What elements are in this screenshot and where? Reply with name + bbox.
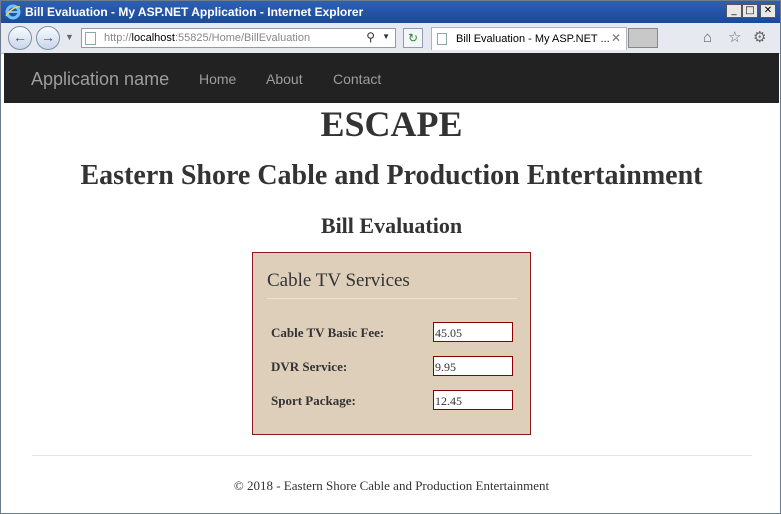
dvr-service-input[interactable] xyxy=(433,356,513,376)
title-bar: Bill Evaluation - My ASP.NET Application… xyxy=(1,1,780,23)
company-name-heading: Eastern Shore Cable and Production Enter… xyxy=(80,160,703,191)
address-dropdown-icon[interactable]: ▼ xyxy=(382,32,390,41)
minimize-button[interactable]: _ xyxy=(726,4,742,18)
browser-toolbar: ← → ▼ http://localhost:55825/Home/BillEv… xyxy=(1,23,780,54)
section-heading: Bill Evaluation xyxy=(320,213,463,238)
nav-link-home[interactable]: Home xyxy=(199,71,236,87)
forward-icon[interactable]: → xyxy=(36,26,60,50)
tab-label: Bill Evaluation - My ASP.NET ... xyxy=(456,33,610,45)
ie-logo-icon xyxy=(5,4,21,20)
close-window-button[interactable]: ✕ xyxy=(760,4,776,18)
sport-package-input[interactable] xyxy=(433,390,513,410)
dvr-service-label: DVR Service: xyxy=(271,359,348,374)
panel-title: Cable TV Services xyxy=(267,270,410,291)
browser-window: Bill Evaluation - My ASP.NET Application… xyxy=(0,0,781,514)
home-icon[interactable]: ⌂ xyxy=(703,29,712,47)
refresh-icon[interactable]: ↻ xyxy=(403,28,423,48)
new-tab-button[interactable] xyxy=(628,28,658,48)
maximize-button[interactable]: □ xyxy=(742,4,758,18)
site-navbar: Application name Home About Contact xyxy=(4,53,779,103)
basic-fee-input[interactable] xyxy=(433,322,513,342)
page-content: ESCAPE Eastern Shore Cable and Productio… xyxy=(4,103,779,513)
history-dropdown-icon[interactable]: ▼ xyxy=(65,32,74,42)
nav-link-contact[interactable]: Contact xyxy=(333,71,381,87)
gear-icon[interactable]: ⚙ xyxy=(753,29,766,47)
address-url: http://localhost:55825/Home/BillEvaluati… xyxy=(104,32,311,44)
browser-tab[interactable]: Bill Evaluation - My ASP.NET ... ✕ xyxy=(431,27,627,50)
search-icon[interactable]: ⚲ xyxy=(366,30,375,44)
navbar-brand[interactable]: Application name xyxy=(31,69,169,90)
star-icon[interactable]: ☆ xyxy=(728,29,741,47)
panel-divider xyxy=(267,298,517,299)
footer-text: © 2018 - Eastern Shore Cable and Product… xyxy=(233,478,550,493)
footer-divider xyxy=(32,455,752,456)
page-title: ESCAPE xyxy=(320,104,463,144)
page-icon xyxy=(85,32,96,45)
nav-link-about[interactable]: About xyxy=(266,71,303,87)
back-icon[interactable]: ← xyxy=(8,26,32,50)
address-bar[interactable]: http://localhost:55825/Home/BillEvaluati… xyxy=(81,28,396,48)
sport-package-label: Sport Package: xyxy=(271,393,356,408)
tab-page-icon xyxy=(437,33,447,45)
basic-fee-label: Cable TV Basic Fee: xyxy=(271,325,385,340)
tab-close-icon[interactable]: ✕ xyxy=(611,31,621,45)
services-panel: Cable TV Services Cable TV Basic Fee: DV… xyxy=(252,252,531,435)
window-title: Bill Evaluation - My ASP.NET Application… xyxy=(25,5,364,19)
